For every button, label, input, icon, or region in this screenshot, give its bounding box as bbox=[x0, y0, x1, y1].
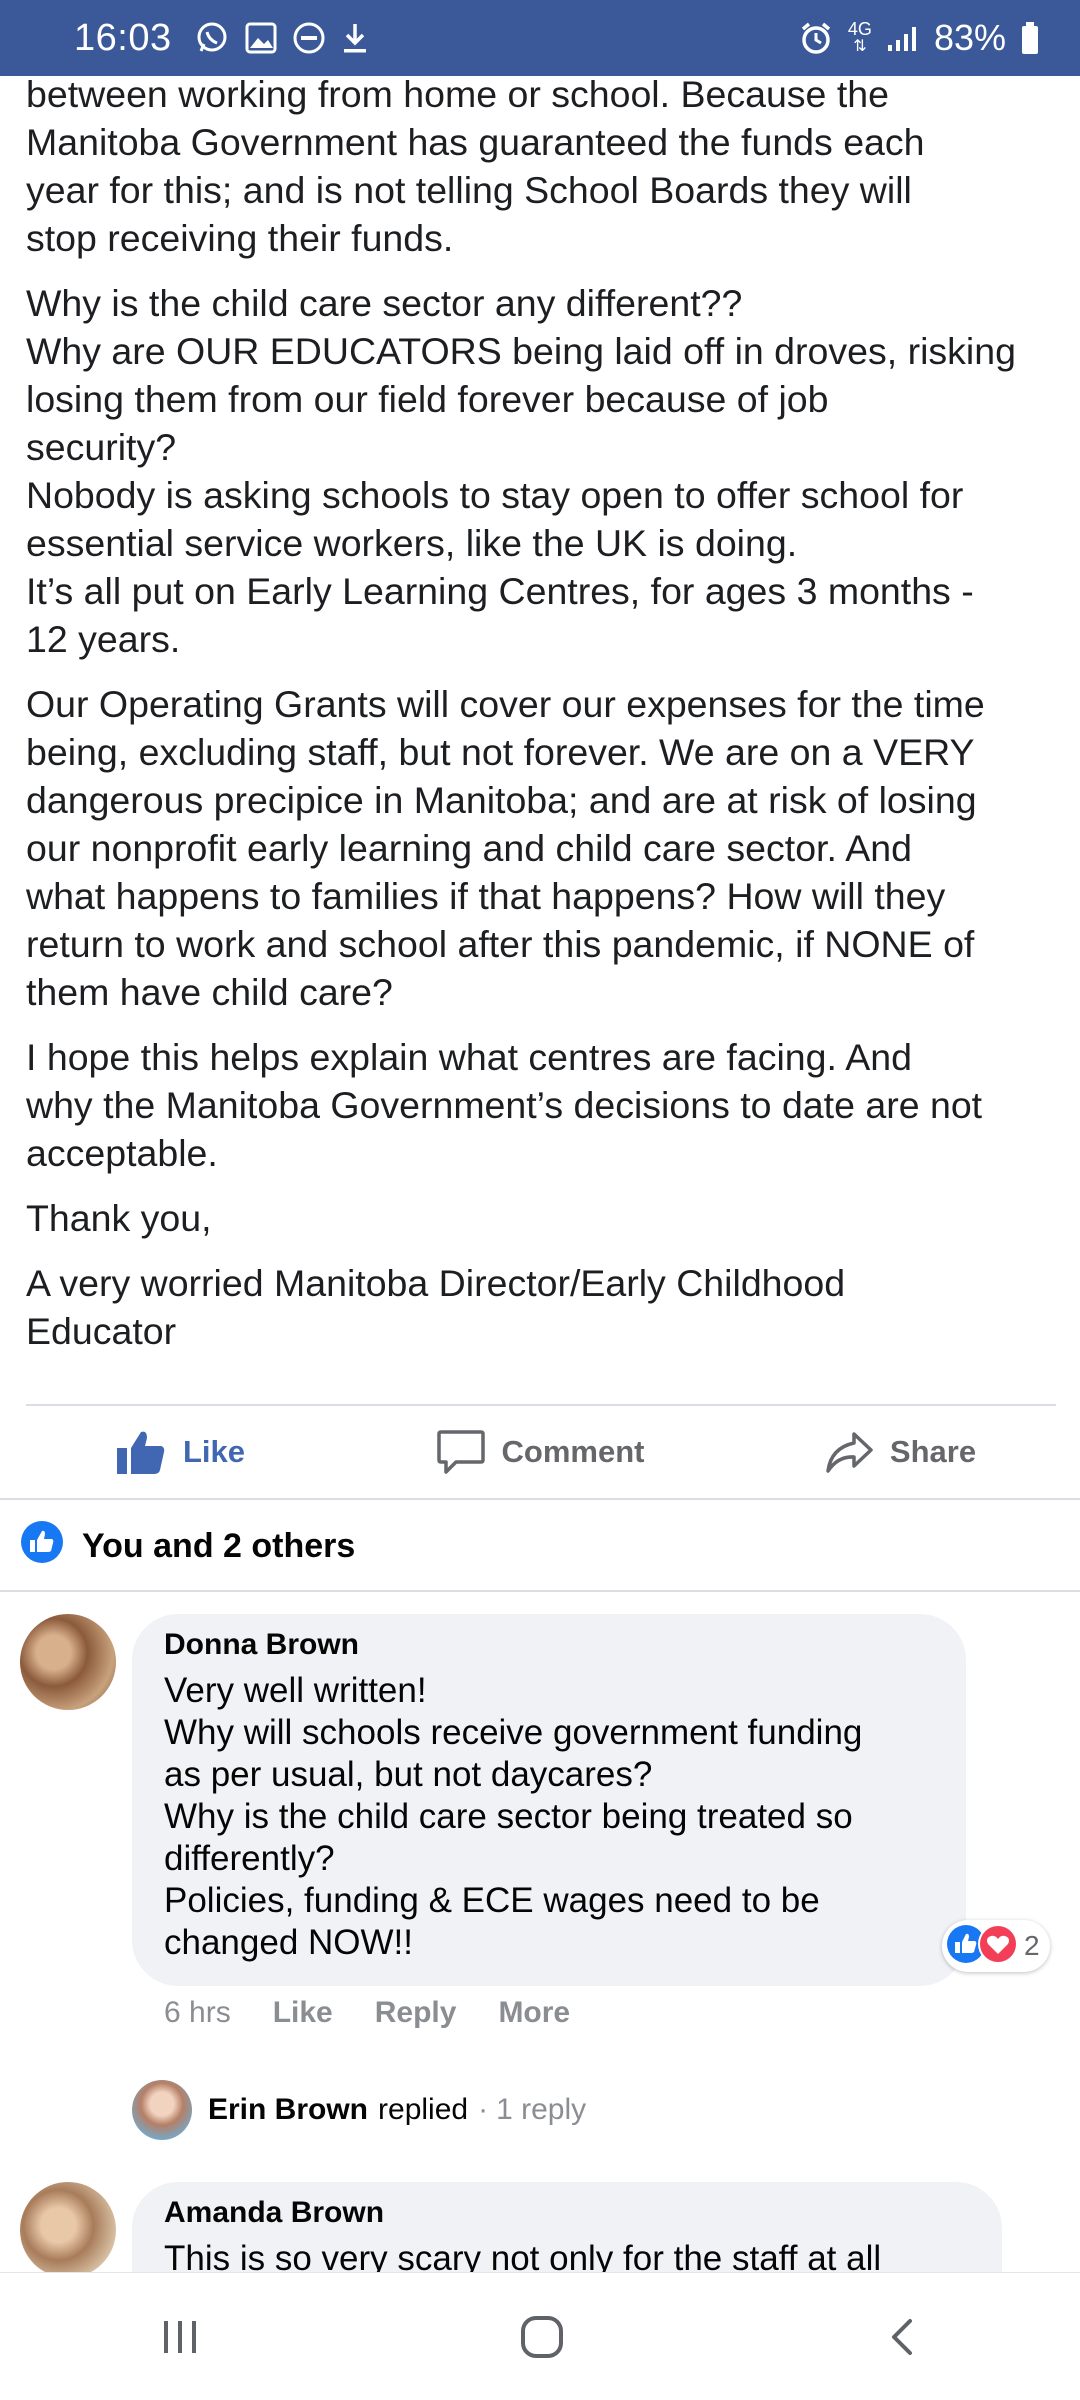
like-label: Like bbox=[182, 1434, 246, 1469]
alarm-icon bbox=[798, 20, 834, 56]
reply-verb: replied bbox=[378, 2093, 469, 2126]
network-type: 4G bbox=[847, 19, 872, 39]
thumbs-up-icon bbox=[115, 1428, 167, 1476]
status-bar: 16:03 4G ⇅ 83% bbox=[0, 0, 1080, 76]
comment-author[interactable]: Donna Brown bbox=[164, 1628, 934, 1662]
post-paragraph: Why is the child care sector any differe… bbox=[26, 282, 1016, 660]
like-button[interactable]: Like bbox=[0, 1428, 360, 1476]
comment-label: Comment bbox=[501, 1434, 645, 1469]
love-reaction-icon bbox=[978, 1923, 1018, 1969]
post-paragraph: Thank you, bbox=[26, 1197, 212, 1239]
comment-author[interactable]: Amanda Brown bbox=[164, 2196, 970, 2230]
comment-like-button[interactable]: Like bbox=[273, 1996, 333, 2030]
post-actions: Like Comment Share bbox=[0, 1406, 1080, 1498]
reactions-summary[interactable]: You and 2 others bbox=[20, 1518, 355, 1574]
recent-apps-icon[interactable] bbox=[158, 2315, 202, 2359]
post-paragraph: A very worried Manitoba Director/Early C… bbox=[26, 1262, 846, 1352]
reply-author[interactable]: Erin Brown bbox=[208, 2093, 368, 2127]
reply-count[interactable]: 1 reply bbox=[496, 2093, 586, 2127]
battery-percent: 83% bbox=[933, 17, 1006, 58]
post-paragraph: between working from home or school. Bec… bbox=[26, 73, 925, 259]
battery-icon bbox=[1020, 21, 1040, 55]
status-icons-right: 4G ⇅ 83% bbox=[798, 17, 1040, 59]
avatar bbox=[132, 2080, 192, 2140]
reply-separator: · bbox=[478, 2093, 489, 2126]
network-4g-icon: 4G ⇅ bbox=[847, 19, 872, 55]
post-paragraph: Our Operating Grants will cover our expe… bbox=[26, 683, 985, 1013]
avatar[interactable] bbox=[20, 2182, 116, 2278]
comment-bubble: Donna Brown Very well written! Why will … bbox=[132, 1614, 966, 1986]
reply-summary[interactable]: Erin Brown replied · 1 reply bbox=[132, 2080, 586, 2140]
status-time: 16:03 bbox=[74, 16, 172, 59]
like-reaction-icon bbox=[20, 1520, 64, 1573]
share-button[interactable]: Share bbox=[720, 1428, 1080, 1476]
comment-meta: 6 hrs Like Reply More bbox=[164, 1996, 570, 2030]
comment-reaction-badge[interactable]: 2 bbox=[942, 1920, 1050, 1972]
divider bbox=[0, 1498, 1080, 1500]
post-body: between working from home or school. Bec… bbox=[26, 70, 1056, 1372]
download-icon bbox=[340, 21, 370, 55]
status-icons-left bbox=[194, 20, 370, 56]
gallery-icon bbox=[244, 21, 278, 55]
signal-icon bbox=[886, 23, 920, 53]
comment-time: 6 hrs bbox=[164, 1996, 231, 2029]
divider bbox=[0, 1590, 1080, 1592]
comment-icon bbox=[436, 1428, 486, 1476]
comment-reply-button[interactable]: Reply bbox=[375, 1996, 457, 2030]
avatar[interactable] bbox=[20, 1614, 116, 1710]
share-label: Share bbox=[889, 1434, 977, 1469]
share-icon bbox=[824, 1428, 874, 1476]
home-icon[interactable] bbox=[518, 2313, 566, 2361]
do-not-disturb-icon bbox=[292, 21, 326, 55]
comment-button[interactable]: Comment bbox=[360, 1428, 720, 1476]
back-icon[interactable] bbox=[882, 2315, 922, 2359]
post-paragraph: I hope this helps explain what centres a… bbox=[26, 1036, 983, 1174]
reactions-text: You and 2 others bbox=[82, 1526, 356, 1565]
reaction-count: 2 bbox=[1024, 1930, 1040, 1961]
whatsapp-icon bbox=[194, 20, 230, 56]
comment-more-button[interactable]: More bbox=[498, 1996, 570, 2030]
system-nav-bar bbox=[0, 2272, 1080, 2400]
comment-text: Very well written! Why will schools rece… bbox=[164, 1671, 863, 1962]
